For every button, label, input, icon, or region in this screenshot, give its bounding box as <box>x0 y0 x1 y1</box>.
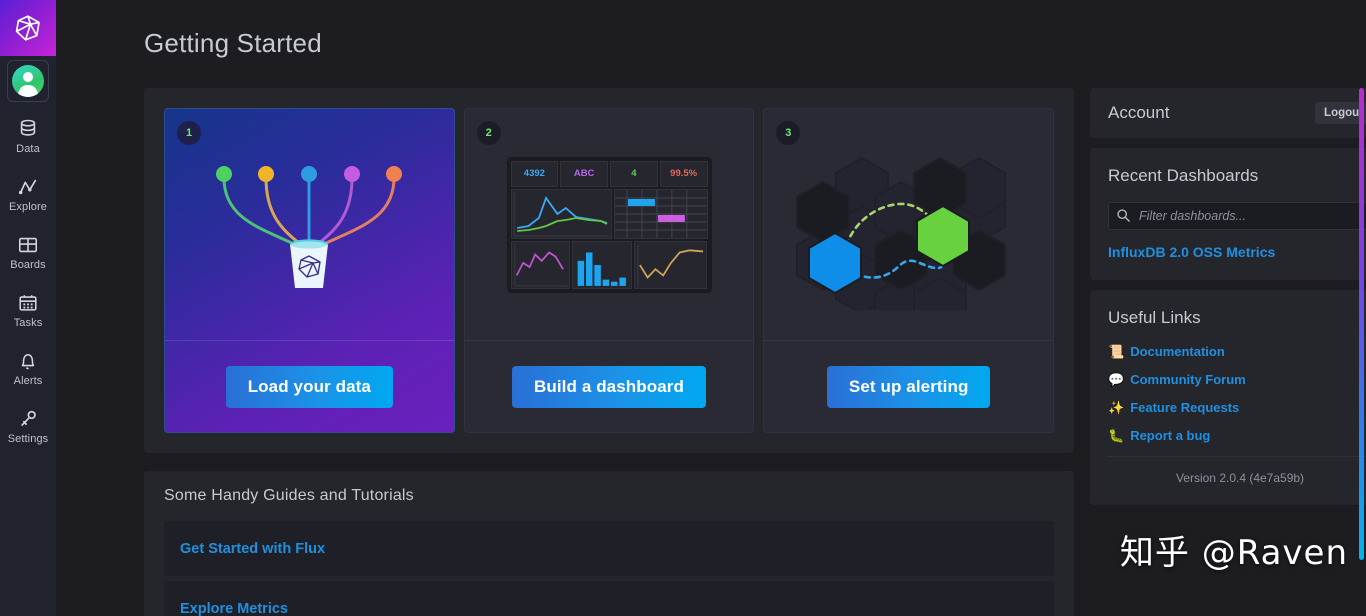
user-avatar-icon <box>12 65 44 97</box>
set-up-alerting-button[interactable]: Set up alerting <box>826 365 991 408</box>
database-icon <box>20 119 36 136</box>
guides-panel: Some Handy Guides and Tutorials Get Star… <box>144 471 1074 616</box>
influxdb-logo-icon[interactable] <box>0 0 56 56</box>
influxdb-logo-glyph <box>15 15 40 41</box>
step-badge: 1 <box>177 121 201 145</box>
version-label: Version 2.0.4 (4e7a59b) <box>1108 456 1366 501</box>
mid-panels-row <box>510 188 708 239</box>
dashboard-illustration: 4392 ABC 4 99.5% <box>465 109 754 340</box>
sidebar-item-label: Data <box>16 143 40 155</box>
step-card-load-data[interactable]: 1 Load your data <box>164 108 455 433</box>
load-your-data-button[interactable]: Load your data <box>225 365 393 408</box>
guides-title: Some Handy Guides and Tutorials <box>164 487 414 504</box>
sparkles-icon: ✨ <box>1108 400 1125 415</box>
person-silhouette-icon <box>17 72 39 97</box>
stat-cell: 99.5% <box>659 160 708 187</box>
useful-link-community-forum[interactable]: 💬 Community Forum <box>1108 372 1366 387</box>
step-footer: Build a dashboard <box>464 340 754 432</box>
account-title: Account <box>1108 103 1170 122</box>
data-bucket-illustration <box>165 109 454 340</box>
step-footer: Set up alerting <box>764 340 1054 432</box>
guide-link: Get Started with Flux <box>180 540 326 557</box>
step-card-set-up-alerting[interactable]: 3 Set up alerting <box>763 108 1055 433</box>
recent-dashboards-title: Recent Dashboards <box>1108 166 1259 185</box>
build-a-dashboard-button[interactable]: Build a dashboard <box>512 365 706 408</box>
useful-link-label: Community Forum <box>1130 372 1246 387</box>
sidebar-item-label: Explore <box>9 201 47 213</box>
step-footer: Load your data <box>165 340 454 432</box>
main-content-area: Getting Started 1 Load your data 2 4392 … <box>56 0 1366 616</box>
hex-grid-graphic <box>795 156 1006 310</box>
calendar-icon <box>19 295 37 311</box>
sidebar-item-alerts[interactable]: Alerts <box>0 340 56 392</box>
influxdb-app-window: Data Explore Boards Tasks Alerts Setting… <box>0 0 1366 616</box>
sidebar-item-label: Alerts <box>13 375 43 387</box>
guide-row[interactable]: Explore Metrics <box>164 581 1054 616</box>
bar-chart-panel <box>572 240 632 289</box>
line-chart-panel <box>510 188 612 239</box>
sidebar-item-label: Boards <box>10 259 46 271</box>
magenta-line-panel <box>510 240 571 289</box>
filter-dashboards-input[interactable] <box>1108 202 1366 230</box>
recent-dashboard-link[interactable]: InfluxDB 2.0 OSS Metrics <box>1108 244 1366 260</box>
sidebar-item-boards[interactable]: Boards <box>0 224 56 276</box>
amber-line-graphic <box>636 244 703 286</box>
guide-row[interactable]: Get Started with Flux <box>164 521 1054 576</box>
bucket-streams-graphic <box>216 165 403 288</box>
mini-dashboard-graphic: 4392 ABC 4 99.5% <box>506 156 712 293</box>
useful-link-report-a-bug[interactable]: 🐛 Report a bug <box>1108 428 1366 443</box>
useful-link-feature-requests[interactable]: ✨ Feature Requests <box>1108 400 1366 415</box>
wrench-icon <box>21 410 36 426</box>
right-column: Account Logout Recent Dashboards Filter … <box>1090 88 1366 616</box>
step-badge: 2 <box>476 121 501 145</box>
step-card-build-dashboard[interactable]: 2 4392 ABC 4 99.5% Build a dashboard <box>463 108 755 433</box>
stat-cells-row: 4392 ABC 4 99.5% <box>510 160 708 187</box>
filter-dashboards-wrap <box>1108 202 1366 230</box>
steps-panel: 1 Load your data 2 4392 ABC 4 99.5% Buil… <box>144 88 1074 453</box>
useful-link-documentation[interactable]: 📜 Documentation <box>1108 344 1366 359</box>
getting-started-content: 1 Load your data 2 4392 ABC 4 99.5% Buil… <box>144 88 1366 616</box>
page-title: Getting Started <box>144 28 322 58</box>
sidebar-item-settings[interactable]: Settings <box>0 398 56 450</box>
sidebar-item-tasks[interactable]: Tasks <box>0 282 56 334</box>
sidebar-item-label: Tasks <box>13 317 43 329</box>
left-column: 1 Load your data 2 4392 ABC 4 99.5% Buil… <box>144 88 1074 616</box>
line-chart-graphic <box>513 191 609 236</box>
account-panel: Account Logout <box>1090 88 1366 138</box>
sidebar-item-explore[interactable]: Explore <box>0 166 56 218</box>
stat-cell: 4392 <box>510 160 559 187</box>
hexagon-network-illustration <box>764 109 1053 340</box>
heatmap-panel <box>613 188 708 239</box>
scroll-icon: 📜 <box>1108 344 1125 359</box>
search-icon <box>1117 209 1130 222</box>
bell-icon <box>21 353 35 370</box>
avatar[interactable] <box>7 60 49 102</box>
bug-icon: 🐛 <box>1108 428 1125 443</box>
magenta-line-graphic <box>513 244 568 286</box>
graph-line-icon <box>18 179 37 195</box>
useful-links-panel: Useful Links 📜 Documentation 💬 Community… <box>1090 290 1366 505</box>
recent-dashboards-panel: Recent Dashboards InfluxDB 2.0 OSS Metri… <box>1090 148 1366 280</box>
guide-link: Explore Metrics <box>180 600 288 616</box>
amber-line-panel <box>633 240 708 289</box>
bottom-panels-row <box>510 240 708 289</box>
left-nav-sidebar: Data Explore Boards Tasks Alerts Setting… <box>0 0 56 616</box>
heatmap-graphic <box>614 189 707 238</box>
useful-link-label: Documentation <box>1130 344 1225 359</box>
sidebar-item-data[interactable]: Data <box>0 108 56 160</box>
useful-link-label: Report a bug <box>1130 428 1211 443</box>
sidebar-item-label: Settings <box>7 433 49 445</box>
page-scrollbar[interactable] <box>1359 88 1364 560</box>
stat-cell: ABC <box>560 160 608 187</box>
speech-balloon-icon: 💬 <box>1108 372 1125 387</box>
bar-chart-graphic <box>577 251 626 286</box>
dashboard-grid-icon <box>18 237 38 253</box>
useful-link-label: Feature Requests <box>1130 400 1240 415</box>
useful-links-title: Useful Links <box>1108 308 1201 327</box>
stat-cell: 4 <box>610 160 658 187</box>
